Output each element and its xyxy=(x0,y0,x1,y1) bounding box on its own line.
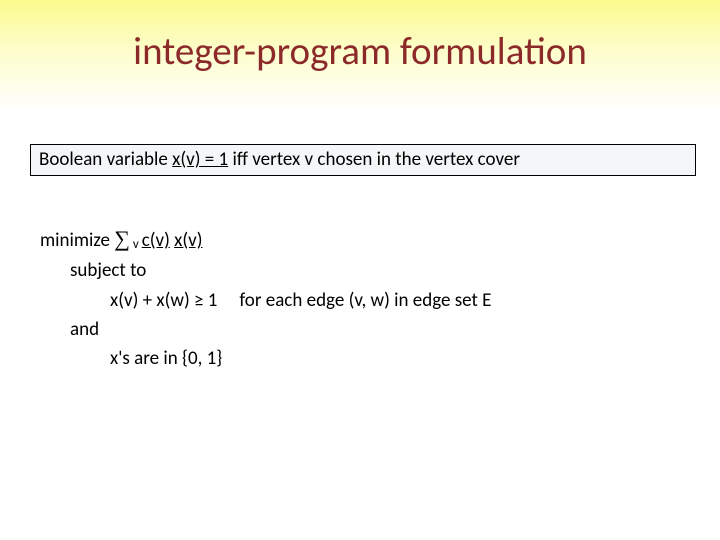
sigma-sub: v xyxy=(130,237,142,252)
and-line: and xyxy=(40,315,491,344)
slide: integer-program formulation Boolean vari… xyxy=(0,0,720,540)
constraint-rhs: for each edge (v, w) in edge set E xyxy=(239,289,491,312)
domain-line: x's are in {0, 1} xyxy=(40,344,491,373)
slide-title: integer-program formulation xyxy=(0,28,720,75)
definition-box: Boolean variable x(v) = 1 iff vertex v c… xyxy=(30,144,696,176)
constraint-line: x(v) + x(w) ≥ 1 for each edge (v, w) in e… xyxy=(40,286,491,315)
minimize-label: minimize xyxy=(40,229,114,252)
def-post: iff vertex v chosen in the vertex cover xyxy=(228,148,520,171)
sigma-icon: ∑ xyxy=(114,226,130,251)
constraint-lhs: x(v) + x(w) ≥ 1 xyxy=(110,289,217,312)
objective-line: minimize ∑ v c(v) x(v) xyxy=(40,222,491,256)
def-pre: Boolean variable xyxy=(39,148,172,171)
subject-to-line: subject to xyxy=(40,256,491,285)
formulation: minimize ∑ v c(v) x(v) subject to x(v) +… xyxy=(40,222,491,374)
def-var: x(v) = 1 xyxy=(172,148,228,171)
obj-term-x: x(v) xyxy=(174,229,202,252)
obj-term-c: c(v) xyxy=(142,229,170,252)
